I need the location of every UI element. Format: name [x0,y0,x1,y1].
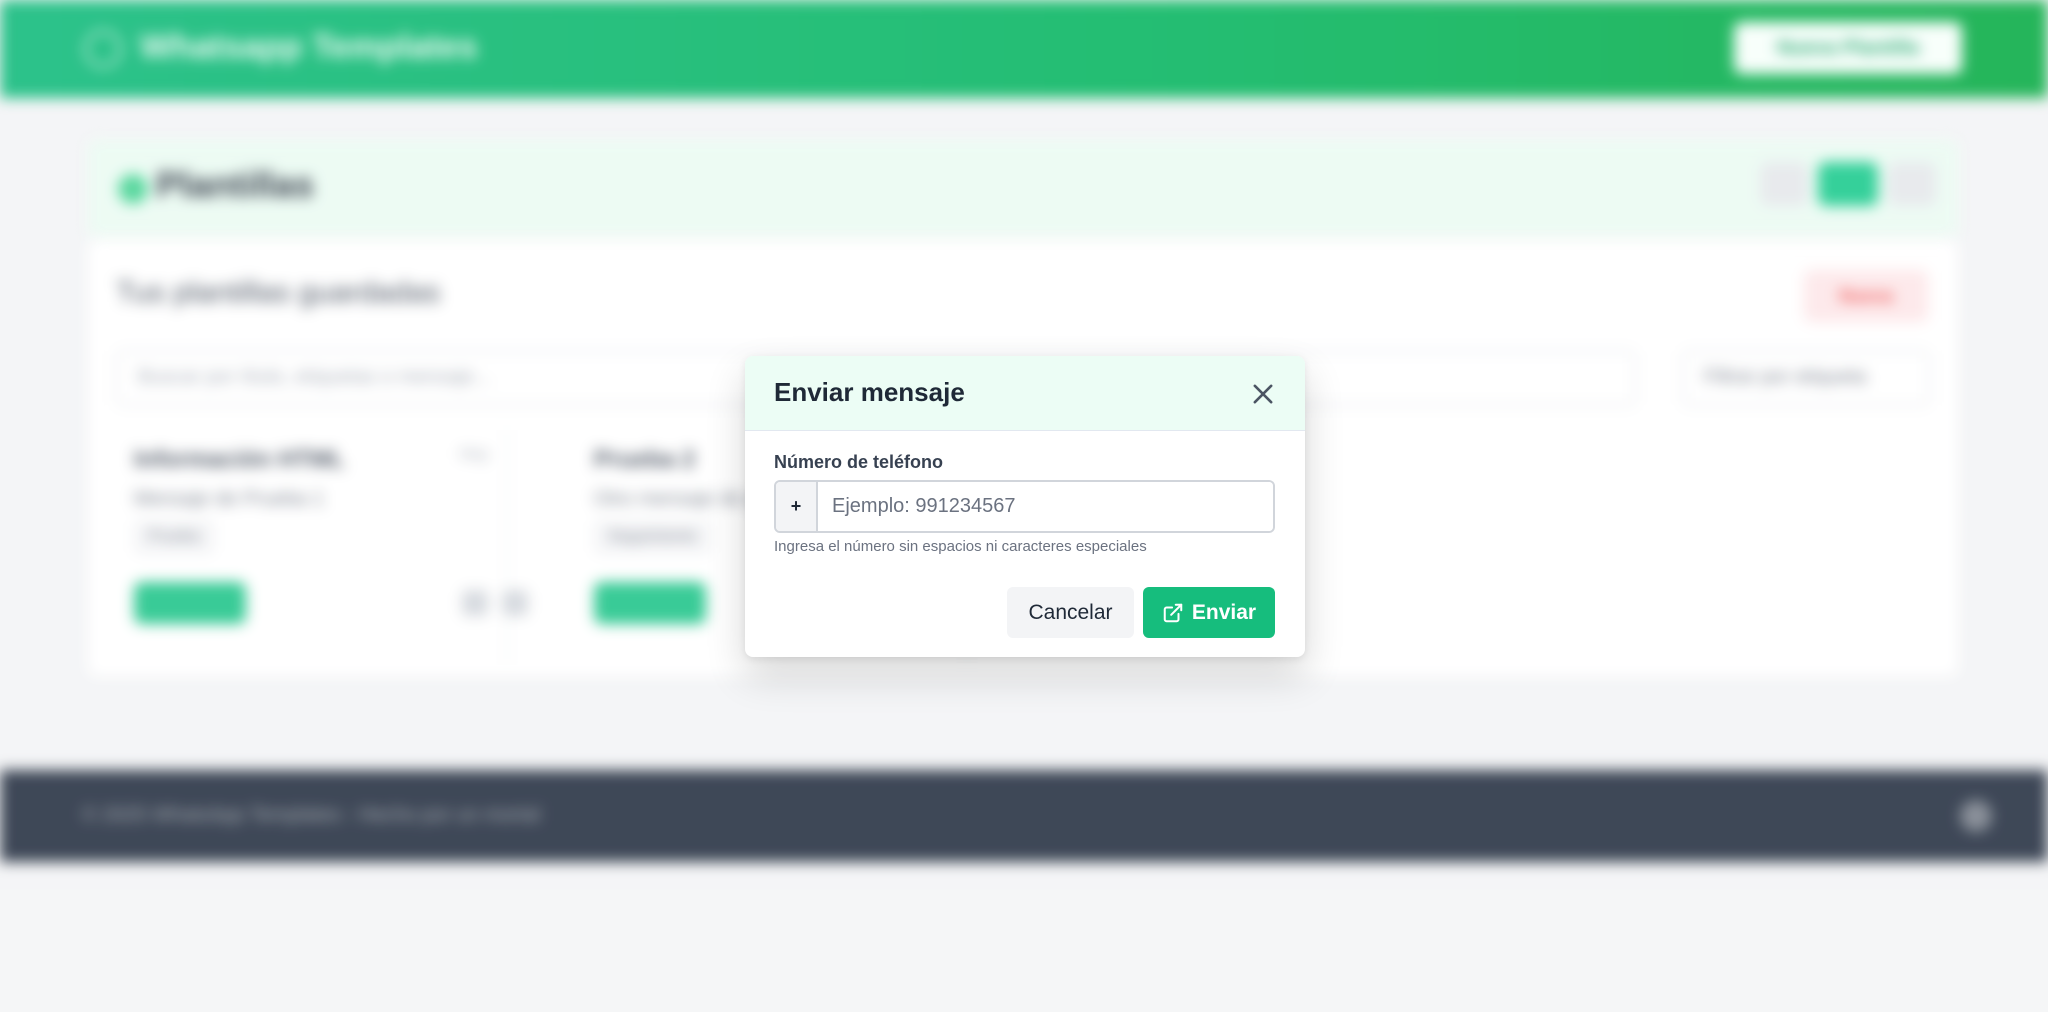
phone-prefix: + [776,482,818,531]
close-icon[interactable] [1249,380,1277,408]
phone-input-group: + [774,480,1275,533]
cancel-button[interactable]: Cancelar [1007,587,1134,638]
send-button-label: Enviar [1191,600,1257,624]
phone-input[interactable] [818,482,1273,531]
modal-header: Enviar mensaje [745,356,1305,431]
send-button[interactable]: Enviar [1143,587,1275,638]
external-link-icon [1163,603,1183,622]
phone-hint: Ingresa el número sin espacios ni caract… [774,538,1147,555]
send-message-modal: Enviar mensaje Número de teléfono + Ingr… [745,356,1305,657]
phone-label: Número de teléfono [774,452,944,472]
modal-title: Enviar mensaje [774,377,965,407]
